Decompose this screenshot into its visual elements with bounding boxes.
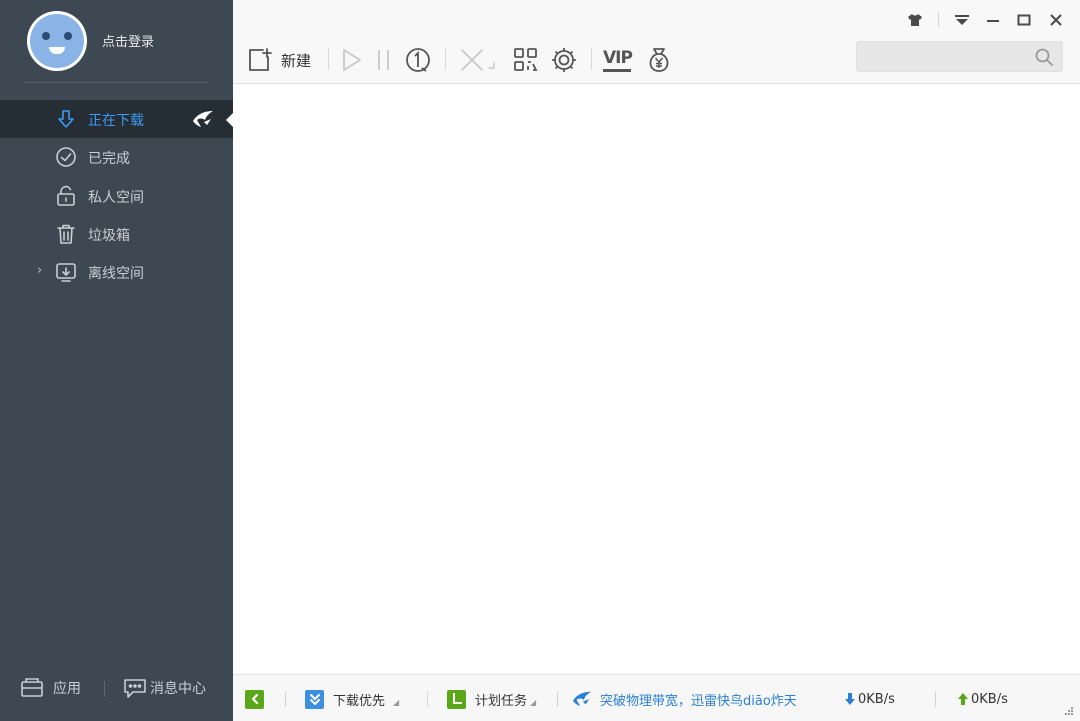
upload-arrow-icon [958,693,968,705]
promo-text[interactable]: 突破物理带宽，迅雷快鸟diāo炸天 [600,690,797,709]
status-divider [935,691,936,707]
main-menu-button[interactable] [951,9,973,31]
gear-icon [552,48,576,72]
search-icon[interactable] [1034,47,1054,67]
status-divider [557,691,558,707]
status-divider [285,691,286,707]
task-list-area[interactable] [233,85,1080,674]
download-priority-label: 下载优先 [333,693,386,709]
active-indicator [226,113,233,127]
user-avatar[interactable] [27,11,87,71]
search-input[interactable] [857,42,1027,71]
upload-speed: 0KB/s [957,688,1008,710]
qr-code-button[interactable] [512,44,540,76]
check-circle-icon [56,147,76,167]
thunder-bird-icon [573,691,591,707]
sequential-download-icon [406,48,430,72]
sidebar-item-private-space[interactable]: 私人空间 [0,177,233,215]
sidebar-item-downloading[interactable]: 正在下载 [0,100,233,138]
vip-label: VIP [603,47,633,68]
toolbar-divider [591,48,592,70]
delete-x-icon [461,49,495,71]
footer-divider [104,681,105,697]
apps-icon [21,678,43,697]
download-one-by-one-button[interactable] [404,44,432,76]
download-priority-icon [305,689,324,709]
download-speed-value: 0KB/s [858,691,895,707]
close-button[interactable] [1045,9,1067,31]
sidebar-item-trash[interactable]: 垃圾箱 [0,215,233,253]
thunder-bird-icon [193,111,213,127]
pause-icon [378,50,389,70]
minimize-icon [987,20,999,22]
download-priority-button[interactable]: 下载优先 ◢ [305,688,399,710]
download-speed: 0KB/s [844,688,895,710]
avatar-face-icon [30,14,84,68]
sidebar-footer: 应用 消息中心 [0,661,233,721]
search-box[interactable] [856,41,1063,72]
login-link[interactable]: 点击登录 [102,31,154,50]
lock-icon [57,185,75,206]
clock-icon [447,689,466,709]
apps-label: 应用 [53,681,81,697]
scheduled-tasks-button[interactable]: 计划任务 ◢ [447,688,536,710]
sidebar-item-offline-space[interactable]: › 离线空间 [0,253,233,291]
new-task-label: 新建 [281,51,312,70]
message-center-button[interactable]: 消息中心 [123,677,206,699]
trash-icon [57,224,75,244]
sidebar-item-label: 已完成 [88,151,130,167]
sidebar-divider [25,82,208,83]
shirt-icon [908,14,922,26]
maximize-icon [1017,14,1031,26]
message-center-label: 消息中心 [150,681,206,697]
settings-button[interactable] [550,44,578,76]
toolbar-divider [445,48,446,70]
apps-button[interactable]: 应用 [20,677,81,699]
new-task-button[interactable]: 新建 [247,44,311,76]
vip-icon: VIP [603,47,633,72]
maximize-button[interactable] [1013,9,1035,31]
qr-code-icon [514,48,538,71]
download-icon [58,110,74,128]
sidebar-item-label: 私人空间 [88,190,144,206]
earn-money-button[interactable] [645,44,673,76]
chevron-left-icon [245,689,264,709]
sidebar-item-label: 离线空间 [88,266,144,282]
dropdown-triangle-icon: ◢ [530,697,537,707]
status-divider [427,691,428,707]
promo-link[interactable]: 突破物理带宽，迅雷快鸟diāo炸天 [572,688,797,710]
money-bag-icon [649,48,669,72]
sidebar-item-label: 垃圾箱 [88,228,130,244]
play-icon [343,49,361,71]
close-icon [1050,14,1062,26]
new-file-icon [249,48,272,71]
pause-button[interactable] [374,44,394,76]
collapse-sidebar-button[interactable] [245,688,264,710]
sidebar-item-label: 正在下载 [88,113,144,129]
skin-button[interactable] [904,9,926,31]
status-bar: 下载优先 ◢ 计划任务 ◢ 突破物理带宽，迅雷快鸟diāo炸天 0KB/s 0K… [233,674,1080,721]
vip-button[interactable]: VIP [603,44,633,76]
toolbar: 新建 VIP [233,0,1080,84]
chevron-right-icon[interactable]: › [37,263,42,278]
toolbar-divider [328,48,329,70]
message-icon [124,679,146,698]
upload-speed-value: 0KB/s [971,691,1008,707]
download-arrow-icon [845,693,855,705]
scheduled-tasks-label: 计划任务 [475,693,528,709]
resize-grip-icon[interactable] [1064,706,1074,716]
sidebar-item-completed[interactable]: 已完成 [0,138,233,176]
minimize-button[interactable] [982,9,1004,31]
window-controls-divider [938,12,939,27]
menu-dropdown-icon [955,15,969,25]
dropdown-triangle-icon: ◢ [393,697,400,707]
delete-button[interactable] [458,44,498,76]
start-button[interactable] [340,44,364,76]
sidebar: 点击登录 正在下载 已完成 私人空间 垃圾箱 › 离线空间 应用 消息中心 [0,0,233,721]
cloud-download-icon [56,263,76,282]
